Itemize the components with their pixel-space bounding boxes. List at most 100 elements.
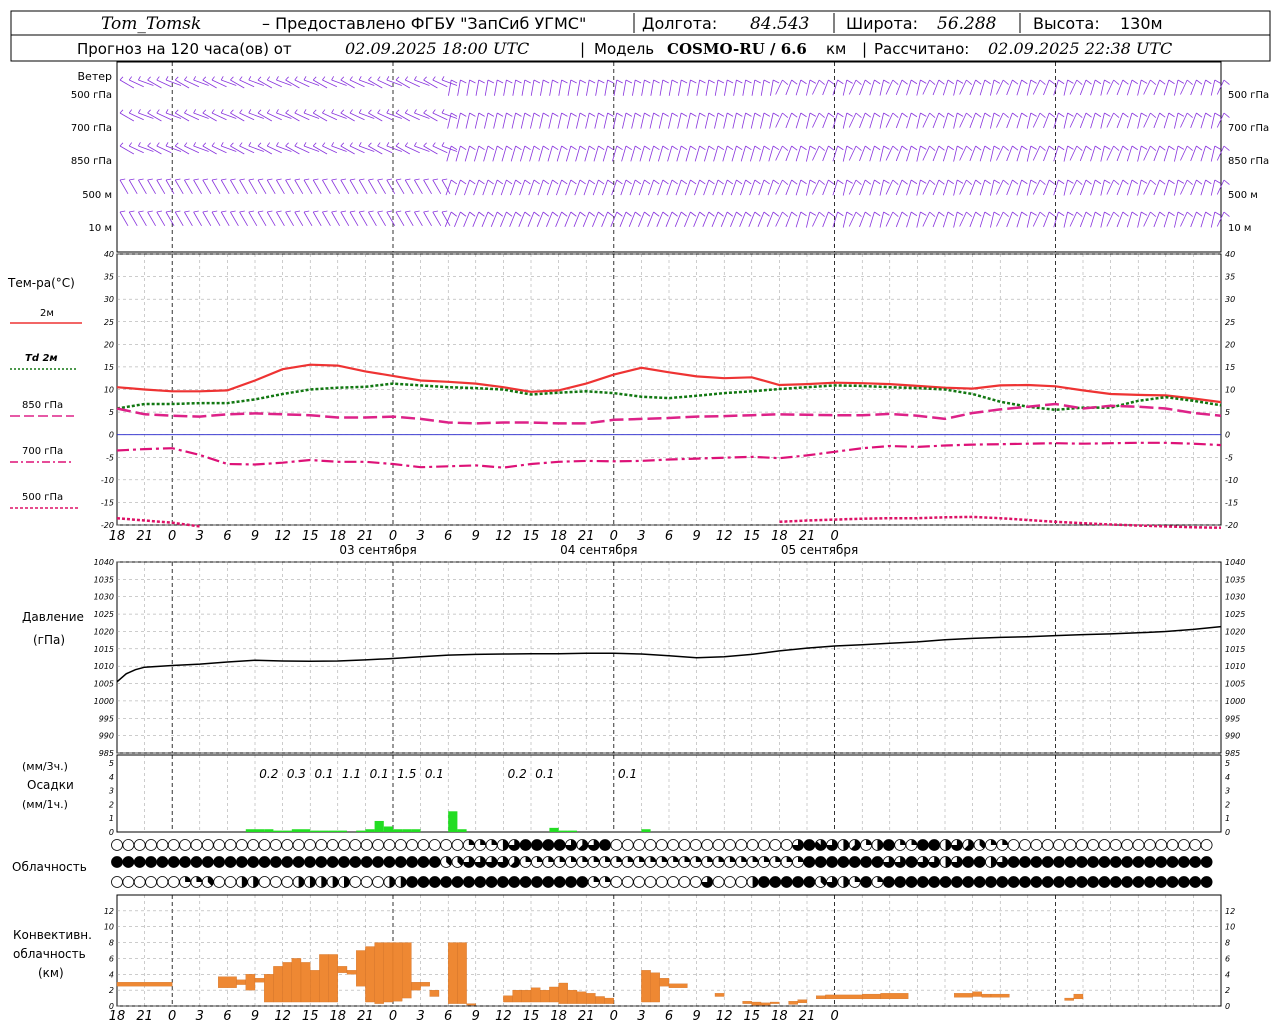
cloud-cover-icon [939,839,952,851]
cloud-circle [247,839,260,851]
wind-barb-icon [303,178,313,195]
cloud-fill [548,856,554,862]
temp-hour-label: 18 [550,529,567,544]
wind-barb-flag [1141,179,1148,184]
wind-barb-staff [368,179,377,195]
wind-barb-icon [165,142,182,152]
wind-barb-flag [174,109,179,114]
precip-bar [264,829,274,832]
wind-barb-staff [869,145,875,162]
wind-barb-icon [303,76,320,86]
wind-barb-flag [340,178,347,181]
temp-hour-label: 6 [223,529,231,544]
cloud-cover-icon [985,839,997,851]
wind-barb-icon [1016,211,1028,228]
cloud-fill [344,876,350,888]
cloud-fill [1053,876,1065,888]
wind-barb-staff [895,179,903,196]
precip-bar [337,830,347,832]
cloud-fill [122,856,134,868]
wind-barb-staff [557,112,562,129]
conv-bar [862,993,881,1000]
wind-barb-icon [1100,112,1111,129]
cloud-fill [940,876,952,888]
wind-barb-staff [768,145,774,162]
temp-ytick-right: 20 [1225,340,1235,349]
cloud-cover-icon [156,876,169,888]
cloud-cover-icon [440,839,453,851]
wind-barb-flag [772,211,780,217]
wind-barb-icon [1090,79,1102,96]
wind-barb-icon [548,112,559,129]
wind-barb-icon [276,109,292,119]
cloud-fill [429,876,441,888]
wind-barb-flag [230,109,234,114]
wind-barb-staff [548,112,553,129]
wind-barb-flag [635,79,642,84]
wind-barb-staff [211,179,221,195]
wind-barb-staff [687,79,691,96]
cloud-fill [1087,876,1099,888]
wind-barb-flag [395,210,402,213]
wind-barb-icon [520,145,531,162]
conv-hour-label: 18 [550,1009,567,1024]
cloud-cover-icon [406,856,419,868]
wind-barb-staff [484,112,489,129]
wind-barb-icon [138,178,147,195]
wind-barb-icon [368,210,377,227]
wind-barb-staff [1079,79,1087,96]
cloud-cover-icon [565,839,577,851]
wind-barb-flag [947,79,954,85]
wind-barb-flag [634,179,642,185]
cloud-cover-icon [224,839,237,851]
wind-barb-flag [634,145,642,150]
cloud-circle [735,876,748,888]
cloud-fill [866,839,872,845]
wind-barb-flag [736,179,743,185]
wind-barb-flag [901,179,908,185]
wind-barb-staff [464,145,470,162]
wind-barb-staff [147,211,156,227]
wind-barb-staff [1153,145,1160,162]
wind-barb-icon [621,145,632,162]
cloud-cover-icon [610,839,623,851]
wind-barb-staff [414,145,430,152]
cloud-circle [360,839,373,851]
wind-barb-staff [686,112,691,129]
wind-barb-staff [423,211,432,227]
wind-barb-staff [340,211,350,227]
wind-barb-staff [386,79,402,86]
wind-barb-icon [1116,179,1129,196]
wind-barb-flag [1104,79,1111,84]
wind-barb-flag [598,79,605,84]
conv-bar [392,942,403,1002]
wind-barb-staff [1126,145,1133,162]
cloud-circle [145,839,157,851]
conv-bar [328,954,338,1003]
wind-barb-flag [1104,112,1111,117]
wind-barb-icon [484,79,495,96]
wind-barb-icon [211,178,221,195]
conv-bar [668,983,688,988]
conv-bar [291,958,302,1003]
wind-barb-icon [340,76,355,89]
cloud-cover-icon [360,876,373,888]
wind-barb-icon [404,178,414,195]
wind-barb-icon [1116,79,1129,96]
wind-barb-staff [294,179,304,195]
wind-barb-icon [969,179,982,196]
wind-barb-flag [570,79,577,84]
wind-barb-staff [414,211,423,227]
wind-barb-icon [795,79,807,96]
cloud-cover-icon [894,839,907,851]
cloud-cover-icon [553,876,566,888]
wind-barb-flag [625,79,633,84]
cloud-cover-icon [871,876,884,888]
wind-barb-staff [404,179,414,195]
wind-barb-icon [220,76,237,86]
cloud-fill [236,856,248,868]
wind-barb-staff [916,112,921,129]
wind-barb-icon [822,112,835,129]
cloud-circle [644,839,657,851]
conv-bar [880,993,909,1000]
